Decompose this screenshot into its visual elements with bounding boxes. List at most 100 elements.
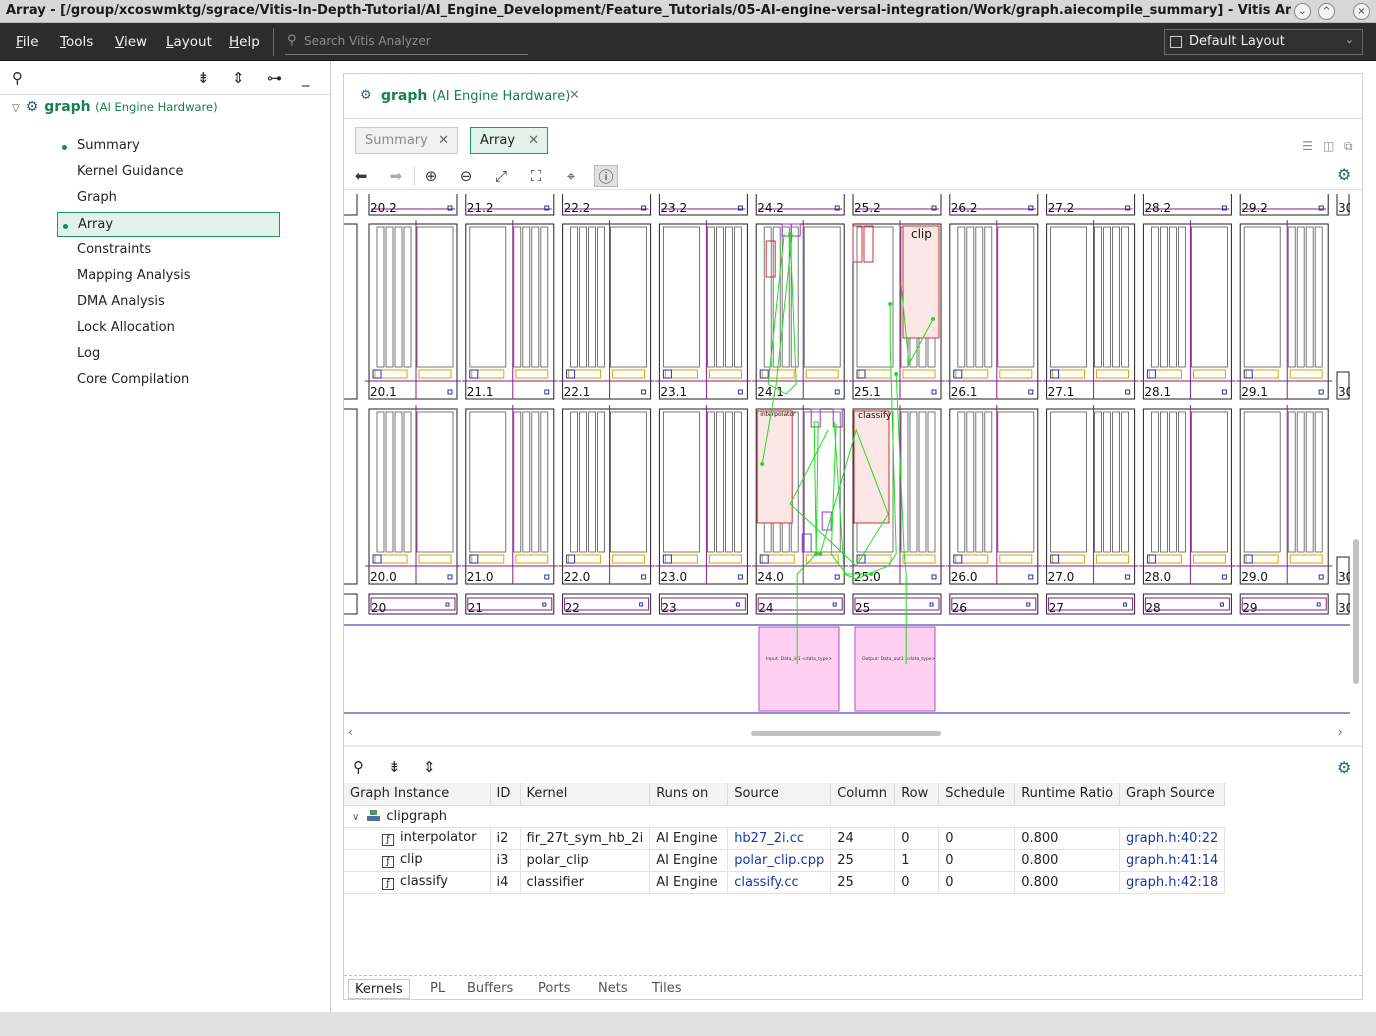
locate-icon[interactable]: ⌖ (559, 165, 583, 187)
cell-instance: ƒ clip (344, 849, 491, 872)
buffer-rect (902, 554, 936, 564)
gear-icon[interactable]: ⚙ (1337, 758, 1351, 777)
tab-buffers[interactable]: Buffers (461, 979, 519, 999)
fit-view-icon[interactable]: ⤢ (489, 165, 513, 187)
minimize-panel-icon[interactable]: _ (302, 69, 310, 87)
horizontal-scrollbar[interactable]: ‹ › (344, 725, 1362, 741)
scroll-right-icon[interactable]: › (1338, 725, 1343, 739)
split-horizontal-icon[interactable]: ☰ (1302, 139, 1313, 153)
layout-select[interactable]: Default Layout ⌄ (1164, 29, 1363, 55)
tab-kernels[interactable]: Kernels (348, 979, 410, 999)
tab-ports[interactable]: Ports (532, 979, 577, 999)
column-header[interactable]: Graph Source (1119, 783, 1226, 806)
core-area (1191, 226, 1228, 368)
close-icon[interactable]: ✕ (438, 133, 449, 148)
column-header[interactable]: Source (727, 783, 832, 806)
cell-source[interactable]: polar_clip.cpp (727, 849, 832, 872)
group-cell[interactable]: ∨ clipgraph (344, 805, 1225, 828)
table-row[interactable]: ƒ classify i4 classifier AI Engine classify.c… (344, 871, 1226, 894)
table-row[interactable]: ƒ clip i3 polar_clip AI Engine polar_clip.cpp… (344, 849, 1226, 872)
column-header[interactable]: Schedule (938, 783, 1016, 806)
sidebar-item-mapping-analysis[interactable]: Mapping Analysis (57, 264, 280, 289)
zoom-selection-icon[interactable]: ⛶ (524, 165, 548, 187)
table-row[interactable]: ƒ interpolator i2 fir_27t_sym_hb_2i AI Engin… (344, 827, 1226, 850)
memory-bank (966, 411, 975, 553)
chevron-down-icon[interactable]: ∨ (352, 812, 359, 823)
menu-tools[interactable]: Tools (60, 34, 93, 50)
column-header[interactable]: Runtime Ratio (1014, 783, 1121, 806)
hierarchy-icon[interactable]: ⊶ (267, 69, 282, 87)
kernels-table: Graph Instance ID Kernel Runs on Source Colum… (344, 783, 1226, 894)
collapse-all-icon[interactable]: ⇟ (388, 758, 401, 776)
gear-icon[interactable]: ⚙ (1337, 165, 1351, 184)
cell-id: i2 (490, 827, 521, 850)
close-icon[interactable]: ✕ (528, 133, 539, 148)
menu-help[interactable]: Help (229, 34, 260, 50)
tab-nets[interactable]: Nets (592, 979, 634, 999)
shim-label: 23 (661, 601, 676, 615)
buffer-rect (1148, 369, 1182, 379)
zoom-in-icon[interactable]: ⊕ (419, 165, 443, 187)
sidebar-item-dma-analysis[interactable]: DMA Analysis (57, 290, 280, 315)
column-header[interactable]: Runs on (649, 783, 729, 806)
kernel-label: clip (911, 227, 932, 241)
close-icon[interactable]: ✕ (569, 88, 580, 103)
tab-summary[interactable]: Summary ✕ (355, 127, 458, 154)
menu-layout[interactable]: Layout (166, 34, 212, 50)
column-header[interactable]: Graph Instance (344, 783, 491, 806)
expand-all-icon[interactable]: ⇕ (232, 69, 245, 87)
sidebar-item-core-compilation[interactable]: Core Compilation (57, 368, 280, 393)
panel-divider[interactable] (344, 745, 1362, 747)
sidebar-item-kernel-guidance[interactable]: Kernel Guidance (57, 160, 280, 185)
scrollbar-thumb[interactable] (751, 731, 941, 736)
scrollbar-thumb[interactable] (1353, 539, 1359, 684)
cell-graph-source[interactable]: graph.h:40:22 (1119, 827, 1226, 850)
menu-file[interactable]: File (16, 34, 39, 50)
buffer-rect (858, 554, 892, 564)
cell-source[interactable]: hb27_2i.cc (727, 827, 832, 850)
back-icon[interactable]: ⬅ (349, 165, 373, 187)
sidebar-item-log[interactable]: Log (57, 342, 280, 367)
tree-root-graph[interactable]: ▽ ⚙ graph (AI Engine Hardware) (12, 99, 218, 115)
forward-icon[interactable]: ➡ (384, 165, 408, 187)
tab-tiles[interactable]: Tiles (646, 979, 688, 999)
sidebar-item-summary[interactable]: Summary (57, 134, 280, 159)
float-window-icon[interactable]: ⧉ (1344, 139, 1353, 154)
table-group-row[interactable]: ∨ clipgraph (344, 805, 1225, 828)
info-icon[interactable]: ⓘ (594, 165, 618, 187)
sidebar-item-graph[interactable]: Graph (57, 186, 280, 211)
search-icon[interactable]: ⚲ (12, 69, 23, 87)
cell-column: 25 (830, 871, 896, 894)
cell-graph-source[interactable]: graph.h:41:14 (1119, 849, 1226, 872)
search-icon[interactable]: ⚲ (353, 758, 364, 776)
chevron-down-icon[interactable]: ▽ (12, 103, 20, 114)
port-square (469, 369, 479, 379)
shim-label: 22 (565, 601, 580, 615)
memory-bank (513, 226, 522, 368)
ai-engine-array[interactable]: 20.2 20.1 20.0 20 21.2 21.1 21.0 21 22.2 22.1 22.0… (344, 194, 1350, 724)
search-input[interactable]: ⚲ Search Vitis Analyzer (285, 30, 528, 55)
close-window-button[interactable]: × (1353, 3, 1370, 20)
column-header[interactable]: ID (490, 783, 521, 806)
document-tab-title[interactable]: graph (AI Engine Hardware) (381, 88, 570, 104)
tab-pl[interactable]: PL (424, 979, 451, 999)
vertical-scrollbar[interactable] (1351, 194, 1362, 714)
expand-all-icon[interactable]: ⇕ (423, 758, 436, 776)
cell-graph-source[interactable]: graph.h:42:18 (1119, 871, 1226, 894)
menu-view[interactable]: View (115, 34, 147, 50)
cell-source[interactable]: classify.cc (727, 871, 832, 894)
sidebar-item-constraints[interactable]: Constraints (57, 238, 280, 263)
maximize-button[interactable]: ^ (1318, 3, 1335, 20)
column-header[interactable]: Kernel (520, 783, 651, 806)
tab-array[interactable]: Array ✕ (470, 127, 548, 154)
minimize-button[interactable]: ⌄ (1294, 3, 1311, 20)
split-vertical-icon[interactable]: ◫ (1323, 139, 1334, 153)
collapse-all-icon[interactable]: ⇟ (197, 69, 210, 87)
column-header[interactable]: Row (894, 783, 940, 806)
sidebar-item-array[interactable]: Array (57, 212, 280, 237)
zoom-out-icon[interactable]: ⊖ (454, 165, 478, 187)
scroll-left-icon[interactable]: ‹ (348, 725, 353, 739)
sidebar-item-lock-allocation[interactable]: Lock Allocation (57, 316, 280, 341)
cell-ratio: 0.800 (1014, 871, 1121, 894)
column-header[interactable]: Column (830, 783, 896, 806)
